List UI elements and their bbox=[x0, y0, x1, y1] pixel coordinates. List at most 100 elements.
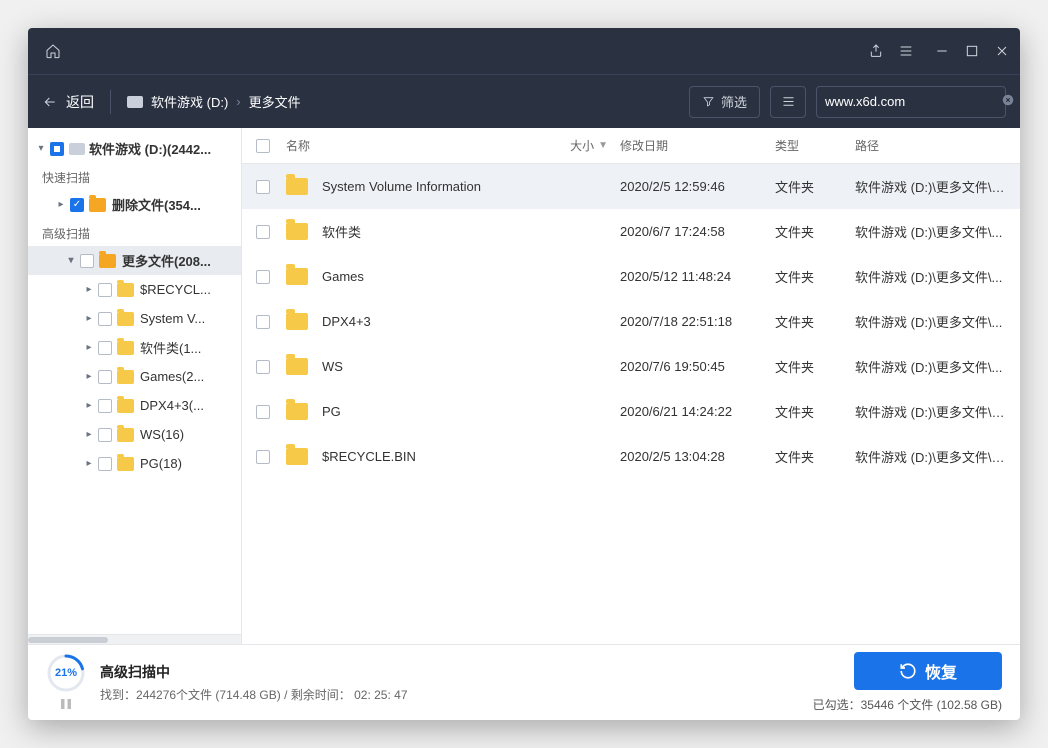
file-date: 2020/5/12 11:48:24 bbox=[614, 269, 769, 284]
chevron-right-icon[interactable]: ▸ bbox=[82, 429, 96, 440]
select-all-checkbox[interactable] bbox=[256, 139, 270, 153]
tree-deleted-files[interactable]: ▸ 删除文件(354... bbox=[28, 190, 241, 219]
file-path: 软件游戏 (D:)\更多文件\... bbox=[849, 222, 1014, 241]
file-path: 软件游戏 (D:)\更多文件\... bbox=[849, 312, 1014, 331]
chevron-right-icon[interactable]: ▸ bbox=[82, 400, 96, 411]
tree-label: PG(18) bbox=[140, 456, 182, 471]
folder-icon bbox=[117, 312, 134, 326]
search-box[interactable] bbox=[816, 86, 1006, 118]
checkbox[interactable] bbox=[256, 450, 270, 464]
recover-button[interactable]: 恢复 bbox=[854, 652, 1002, 690]
chevron-right-icon[interactable]: ▸ bbox=[82, 342, 96, 353]
checkbox[interactable] bbox=[256, 315, 270, 329]
checkbox[interactable] bbox=[256, 405, 270, 419]
tree-child[interactable]: ▸ PG(18) bbox=[28, 449, 241, 478]
back-button[interactable]: 返回 bbox=[42, 92, 94, 112]
file-rows: System Volume Information 2020/2/5 12:59… bbox=[242, 164, 1020, 644]
checkbox[interactable] bbox=[256, 225, 270, 239]
tree-child[interactable]: ▸ System V... bbox=[28, 304, 241, 333]
chevron-right-icon[interactable]: ▸ bbox=[82, 371, 96, 382]
maximize-icon[interactable] bbox=[964, 43, 980, 59]
file-path: 软件游戏 (D:)\更多文件\S... bbox=[849, 177, 1014, 196]
checkbox[interactable] bbox=[98, 312, 112, 326]
table-row[interactable]: DPX4+3 2020/7/18 22:51:18 文件夹 软件游戏 (D:)\… bbox=[242, 299, 1020, 344]
scrollbar-thumb[interactable] bbox=[28, 637, 108, 643]
quick-scan-label: 快速扫描 bbox=[28, 163, 241, 190]
pause-button[interactable] bbox=[54, 695, 78, 713]
clear-search-icon[interactable] bbox=[1001, 93, 1015, 110]
col-date[interactable]: 修改日期 bbox=[614, 137, 769, 154]
col-type[interactable]: 类型 bbox=[769, 137, 849, 154]
folder-icon bbox=[117, 457, 134, 471]
file-date: 2020/6/21 14:24:22 bbox=[614, 404, 769, 419]
file-list: 名称 大小 ▼ 修改日期 类型 路径 System Volume Informa… bbox=[242, 128, 1020, 644]
column-header: 名称 大小 ▼ 修改日期 类型 路径 bbox=[242, 128, 1020, 164]
checkbox[interactable] bbox=[256, 180, 270, 194]
checkbox[interactable] bbox=[70, 198, 84, 212]
col-name[interactable]: 名称 bbox=[280, 137, 519, 154]
breadcrumb[interactable]: 软件游戏 (D:) › 更多文件 bbox=[127, 92, 301, 111]
status-text: 高级扫描中 找到：244276个文件 (714.48 GB) / 剩余时间： 0… bbox=[100, 662, 408, 703]
checkbox[interactable] bbox=[98, 457, 112, 471]
sidebar-tree: ▾ 软件游戏 (D:)(2442... 快速扫描 ▸ 删除文件(354... 高… bbox=[28, 128, 241, 634]
folder-icon bbox=[117, 370, 134, 384]
checkbox[interactable] bbox=[256, 270, 270, 284]
checkbox[interactable] bbox=[50, 142, 64, 156]
table-row[interactable]: WS 2020/7/6 19:50:45 文件夹 软件游戏 (D:)\更多文件\… bbox=[242, 344, 1020, 389]
checkbox[interactable] bbox=[98, 428, 112, 442]
table-row[interactable]: 软件类 2020/6/7 17:24:58 文件夹 软件游戏 (D:)\更多文件… bbox=[242, 209, 1020, 254]
file-name: System Volume Information bbox=[322, 179, 481, 194]
adv-scan-label: 高级扫描 bbox=[28, 219, 241, 246]
chevron-right-icon[interactable]: ▸ bbox=[82, 458, 96, 469]
status-title: 高级扫描中 bbox=[100, 662, 408, 682]
tree-label: 软件游戏 (D:)(2442... bbox=[89, 139, 211, 158]
tree-child[interactable]: ▸ DPX4+3(... bbox=[28, 391, 241, 420]
folder-icon bbox=[286, 448, 308, 465]
table-row[interactable]: Games 2020/5/12 11:48:24 文件夹 软件游戏 (D:)\更… bbox=[242, 254, 1020, 299]
disk-icon bbox=[127, 96, 143, 108]
tree-child[interactable]: ▸ Games(2... bbox=[28, 362, 241, 391]
table-row[interactable]: PG 2020/6/21 14:24:22 文件夹 软件游戏 (D:)\更多文件… bbox=[242, 389, 1020, 434]
checkbox[interactable] bbox=[98, 341, 112, 355]
file-name: $RECYCLE.BIN bbox=[322, 449, 416, 464]
tree-more-files[interactable]: ▾ 更多文件(208... bbox=[28, 246, 241, 275]
checkbox[interactable] bbox=[80, 254, 94, 268]
tree-label: Games(2... bbox=[140, 369, 204, 384]
file-name: PG bbox=[322, 404, 341, 419]
chevron-down-icon[interactable]: ▾ bbox=[34, 143, 48, 154]
folder-icon bbox=[286, 403, 308, 420]
col-path[interactable]: 路径 bbox=[849, 137, 1014, 154]
share-icon[interactable] bbox=[868, 43, 884, 59]
file-type: 文件夹 bbox=[769, 447, 849, 466]
chevron-down-icon[interactable]: ▾ bbox=[64, 255, 78, 266]
view-toggle[interactable] bbox=[770, 86, 806, 118]
close-icon[interactable] bbox=[994, 43, 1010, 59]
checkbox[interactable] bbox=[98, 370, 112, 384]
minimize-icon[interactable] bbox=[934, 43, 950, 59]
chevron-right-icon[interactable]: ▸ bbox=[82, 313, 96, 324]
app-window: 返回 软件游戏 (D:) › 更多文件 筛选 bbox=[28, 28, 1020, 720]
file-name: Games bbox=[322, 269, 364, 284]
checkbox[interactable] bbox=[98, 399, 112, 413]
tree-child[interactable]: ▸ 软件类(1... bbox=[28, 333, 241, 362]
table-row[interactable]: System Volume Information 2020/2/5 12:59… bbox=[242, 164, 1020, 209]
tree-root[interactable]: ▾ 软件游戏 (D:)(2442... bbox=[28, 134, 241, 163]
home-button[interactable] bbox=[38, 36, 68, 66]
chevron-right-icon[interactable]: ▸ bbox=[54, 199, 68, 210]
folder-icon bbox=[117, 428, 134, 442]
file-type: 文件夹 bbox=[769, 357, 849, 376]
sidebar-scrollbar[interactable] bbox=[28, 634, 241, 644]
checkbox[interactable] bbox=[256, 360, 270, 374]
tree-label: 删除文件(354... bbox=[112, 195, 201, 214]
table-row[interactable]: $RECYCLE.BIN 2020/2/5 13:04:28 文件夹 软件游戏 … bbox=[242, 434, 1020, 479]
tree-child[interactable]: ▸ $RECYCL... bbox=[28, 275, 241, 304]
chevron-right-icon[interactable]: ▸ bbox=[82, 284, 96, 295]
checkbox[interactable] bbox=[98, 283, 112, 297]
file-date: 2020/2/5 12:59:46 bbox=[614, 179, 769, 194]
search-input[interactable] bbox=[825, 94, 1001, 109]
col-size[interactable]: 大小 ▼ bbox=[519, 137, 614, 154]
tree-child[interactable]: ▸ WS(16) bbox=[28, 420, 241, 449]
menu-icon[interactable] bbox=[898, 43, 914, 59]
filter-button[interactable]: 筛选 bbox=[689, 86, 760, 118]
status-sub: 找到：244276个文件 (714.48 GB) / 剩余时间： 02: 25:… bbox=[100, 686, 408, 703]
